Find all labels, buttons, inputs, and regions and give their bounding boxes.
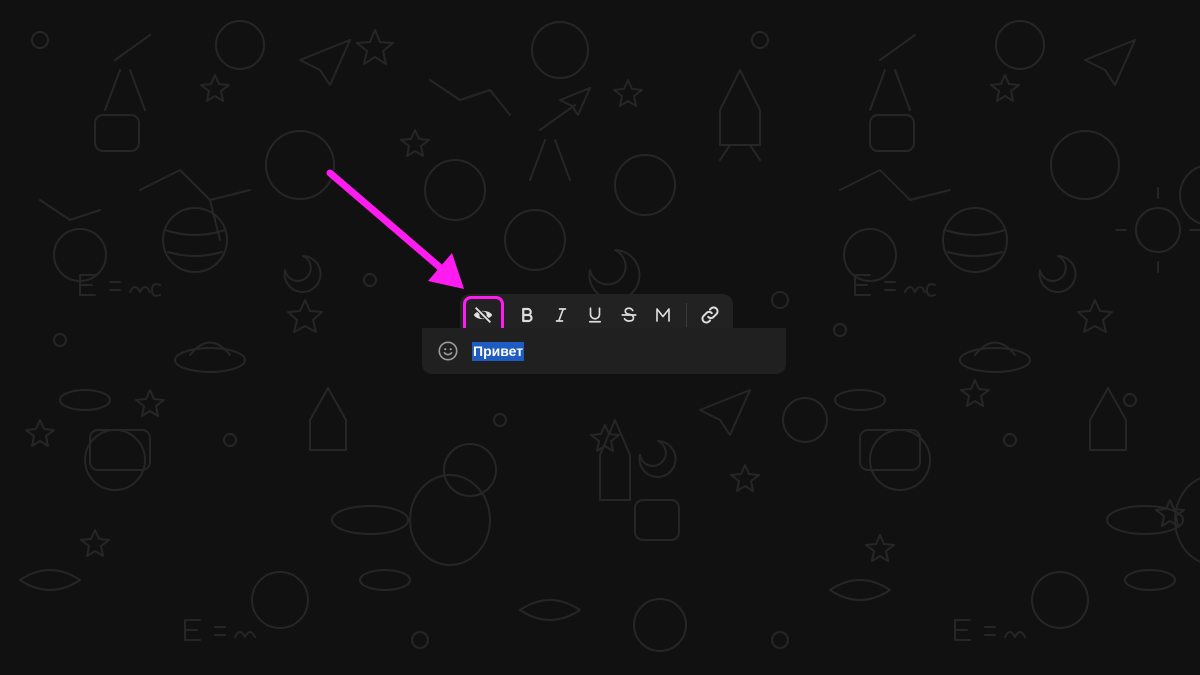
monospace-icon — [656, 308, 670, 322]
italic-button[interactable] — [544, 299, 578, 331]
emoji-button[interactable] — [436, 339, 460, 363]
strikethrough-icon — [621, 307, 637, 322]
strikethrough-button[interactable] — [612, 299, 646, 331]
underline-button[interactable] — [578, 299, 612, 331]
toolbar-divider — [686, 303, 687, 327]
link-icon — [701, 306, 719, 324]
bold-icon — [522, 307, 533, 323]
italic-icon — [555, 308, 567, 322]
smile-icon — [438, 341, 458, 361]
bold-button[interactable] — [510, 299, 544, 331]
link-button[interactable] — [693, 299, 727, 331]
message-composer[interactable]: Привет — [422, 328, 786, 374]
underline-icon — [588, 307, 602, 323]
message-text-selected[interactable]: Привет — [472, 341, 525, 361]
monospace-button[interactable] — [646, 299, 680, 331]
chat-background: Привет — [0, 0, 1200, 675]
